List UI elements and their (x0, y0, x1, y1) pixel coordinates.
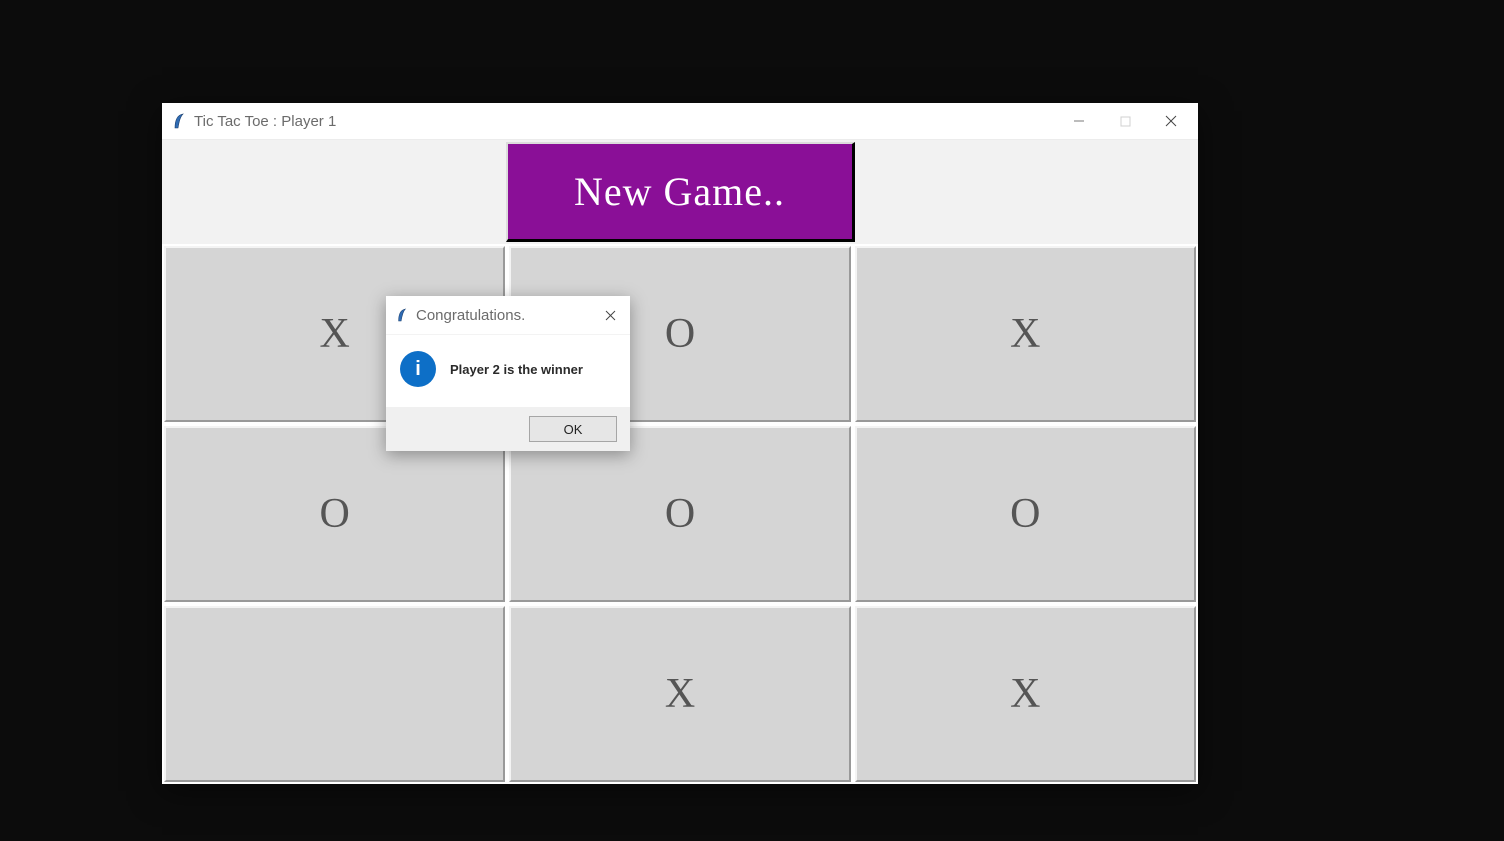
dialog-body: i Player 2 is the winner (386, 335, 630, 407)
maximize-button[interactable] (1112, 108, 1138, 134)
board-cell-5[interactable]: O (855, 426, 1196, 602)
ok-button[interactable]: OK (529, 416, 617, 442)
toolbar: New Game.. (162, 140, 1198, 244)
board-cell-7[interactable]: X (509, 606, 850, 782)
game-board: X O X O O O X X (162, 244, 1198, 784)
board-cell-2[interactable]: X (855, 246, 1196, 422)
dialog-message: Player 2 is the winner (450, 362, 583, 377)
dialog-title: Congratulations. (416, 307, 600, 324)
window-titlebar: Tic Tac Toe : Player 1 (162, 103, 1198, 140)
dialog-titlebar: Congratulations. (386, 296, 630, 335)
board-cell-3[interactable]: O (164, 426, 505, 602)
dialog-close-button[interactable] (600, 305, 620, 325)
ok-label: OK (564, 422, 583, 437)
board-cell-6[interactable] (164, 606, 505, 782)
window-controls (1066, 108, 1188, 134)
app-feather-icon (172, 113, 186, 129)
close-button[interactable] (1158, 108, 1184, 134)
info-icon: i (400, 351, 436, 387)
new-game-button[interactable]: New Game.. (506, 142, 855, 242)
winner-dialog: Congratulations. i Player 2 is the winne… (386, 296, 630, 451)
game-window: Tic Tac Toe : Player 1 New Game.. X O X … (162, 103, 1198, 783)
minimize-button[interactable] (1066, 108, 1092, 134)
board-cell-8[interactable]: X (855, 606, 1196, 782)
board-cell-4[interactable]: O (509, 426, 850, 602)
dialog-feather-icon (396, 308, 408, 322)
window-title: Tic Tac Toe : Player 1 (194, 113, 1066, 130)
info-glyph: i (415, 358, 421, 381)
new-game-label: New Game.. (574, 168, 785, 215)
dialog-footer: OK (386, 407, 630, 451)
